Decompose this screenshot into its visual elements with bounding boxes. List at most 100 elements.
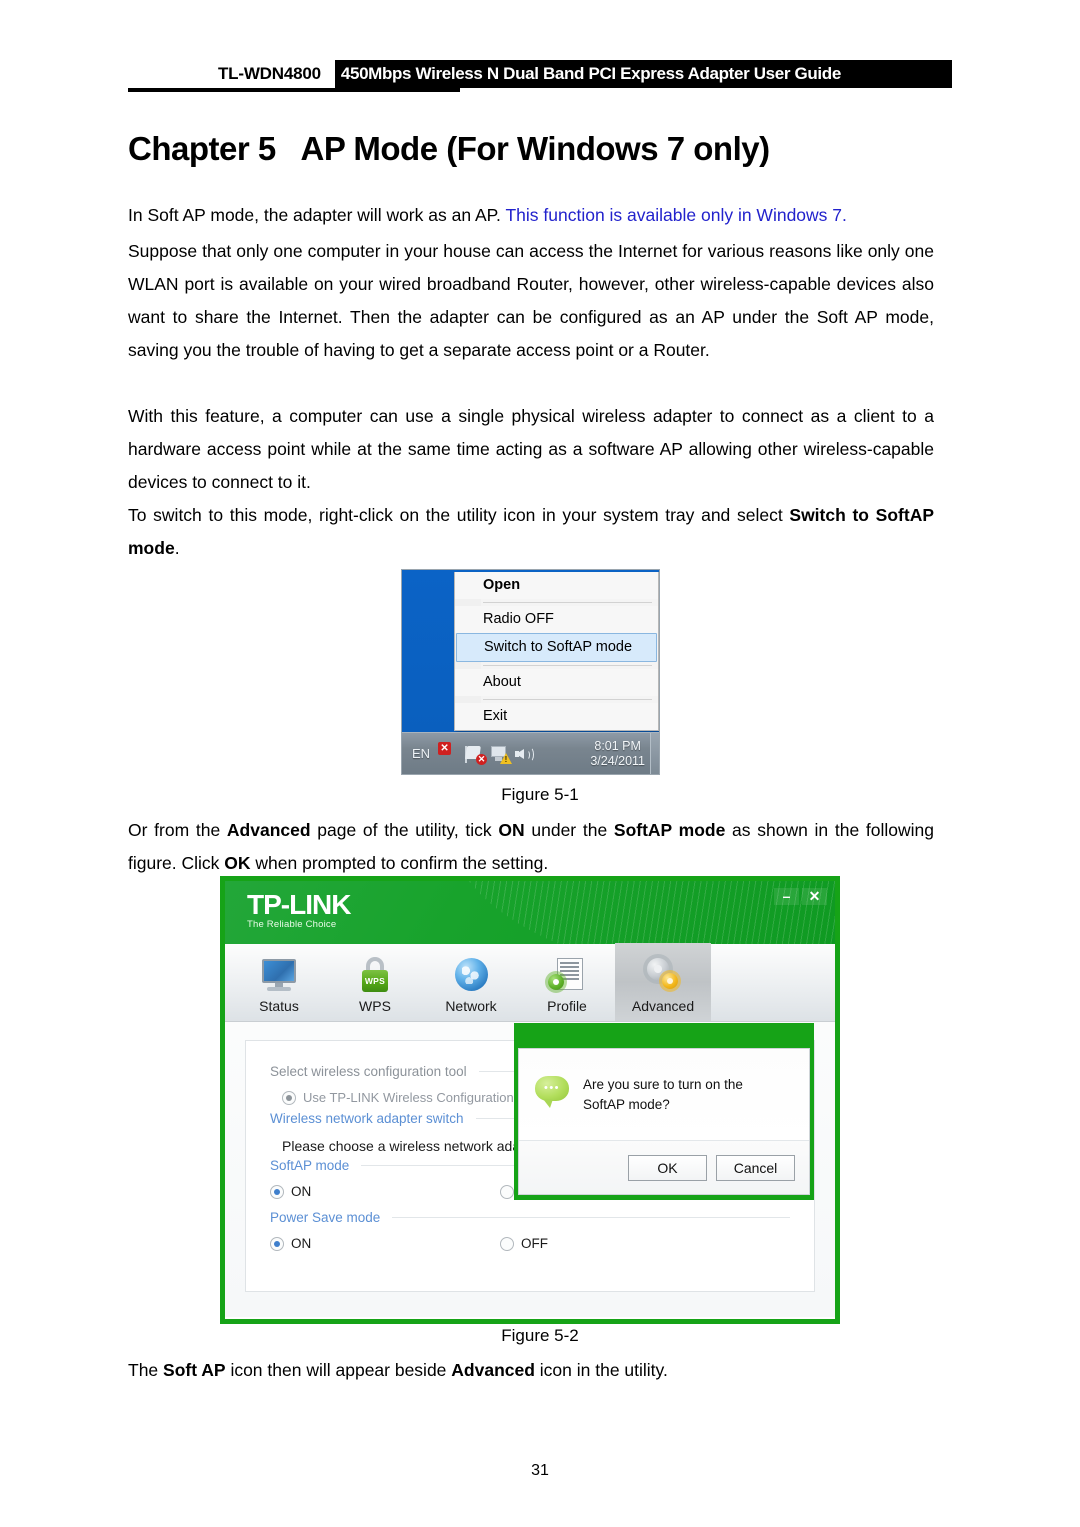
padlock-icon: WPS bbox=[353, 956, 397, 994]
switch-instruction-period: . bbox=[174, 538, 180, 558]
paragraph-intro: In Soft AP mode, the adapter will work a… bbox=[128, 199, 934, 232]
tray-icons: ✕ ✕ bbox=[438, 742, 535, 765]
tab-status-label: Status bbox=[259, 998, 299, 1014]
switch-instruction-lead: To switch to this mode, right-click on t… bbox=[128, 505, 790, 525]
document-page: TL-WDN4800 450Mbps Wireless N Dual Band … bbox=[0, 0, 1080, 1527]
note-softap-label: Soft AP bbox=[163, 1360, 226, 1380]
tab-profile[interactable]: Profile bbox=[519, 943, 615, 1021]
option-use-utility-label: Use TP-LINK Wireless Configuration Utili bbox=[303, 1090, 539, 1105]
confirm-dialog-body: ••• Are you sure to turn on the SoftAP m… bbox=[518, 1048, 810, 1195]
confirm-dialog-message-area: ••• Are you sure to turn on the SoftAP m… bbox=[519, 1049, 809, 1140]
header-product-title: 450Mbps Wireless N Dual Band PCI Express… bbox=[334, 60, 952, 88]
language-indicator[interactable]: EN bbox=[412, 746, 430, 761]
menu-item-radio-off[interactable]: Radio OFF bbox=[455, 606, 658, 633]
paragraph-advanced-instruction: Or from the Advanced page of the utility… bbox=[128, 814, 934, 880]
wps-badge-text: WPS bbox=[362, 970, 388, 992]
chapter-heading: Chapter 5 AP Mode (For Windows 7 only) bbox=[128, 130, 770, 167]
section-config-tool-label: Select wireless configuration tool bbox=[270, 1064, 467, 1079]
paragraph-switch-instruction: To switch to this mode, right-click on t… bbox=[128, 499, 934, 565]
tab-wps[interactable]: WPS WPS bbox=[327, 943, 423, 1021]
utility-tab-bar: Status WPS WPS Network Profile Advanced bbox=[225, 943, 835, 1022]
menu-item-about[interactable]: About bbox=[455, 669, 658, 696]
menu-item-exit[interactable]: Exit bbox=[455, 703, 658, 730]
note-mid: icon then will appear beside bbox=[225, 1360, 452, 1380]
paragraph-intro-highlight: This function is available only in Windo… bbox=[505, 205, 847, 225]
cancel-button[interactable]: Cancel bbox=[716, 1154, 795, 1181]
menu-item-switch-to-softap-mode[interactable]: Switch to SoftAP mode bbox=[456, 633, 657, 662]
power-save-off-option[interactable]: OFF bbox=[500, 1236, 548, 1251]
confirm-dialog: ••• Are you sure to turn on the SoftAP m… bbox=[514, 1023, 814, 1200]
monitor-icon bbox=[257, 956, 301, 994]
flag-error-icon[interactable]: ✕ bbox=[465, 744, 488, 765]
brand-tagline: The Reliable Choice bbox=[247, 919, 337, 930]
radio-power-save-off[interactable] bbox=[500, 1236, 514, 1251]
power-save-radio-group: ON OFF bbox=[270, 1236, 790, 1251]
section-power-save-label: Power Save mode bbox=[270, 1210, 381, 1225]
tab-profile-label: Profile bbox=[547, 998, 587, 1014]
paragraph-softap-icon-note: The Soft AP icon then will appear beside… bbox=[128, 1354, 934, 1387]
red-x-badge: ✕ bbox=[438, 742, 452, 755]
clock-time: 8:01 PM bbox=[594, 738, 641, 753]
adv-mid2: under the bbox=[524, 820, 614, 840]
menu-separator bbox=[483, 602, 652, 603]
tplink-logo: TP-LINK The Reliable Choice bbox=[247, 889, 351, 931]
paragraph-feature: With this feature, a computer can use a … bbox=[128, 406, 934, 492]
header-rule bbox=[128, 88, 460, 92]
confirm-dialog-message: Are you sure to turn on the SoftAP mode? bbox=[583, 1077, 743, 1112]
windows-taskbar: EN ✕ ✕ 8:01 bbox=[402, 732, 659, 774]
page-running-header: TL-WDN4800 450Mbps Wireless N Dual Band … bbox=[128, 60, 952, 94]
page-number: 31 bbox=[531, 1462, 549, 1479]
softap-on-label: ON bbox=[291, 1184, 312, 1199]
tab-network[interactable]: Network bbox=[423, 943, 519, 1021]
tab-advanced-label: Advanced bbox=[631, 998, 695, 1014]
power-save-on-label: ON bbox=[291, 1236, 312, 1251]
section-adapter-switch-label: Wireless network adapter switch bbox=[270, 1111, 464, 1126]
adv-softap-label: SoftAP mode bbox=[613, 820, 726, 840]
adv-ok-label: OK bbox=[224, 853, 251, 873]
radio-softap-on[interactable] bbox=[270, 1184, 284, 1199]
tab-advanced[interactable]: Advanced bbox=[615, 943, 711, 1021]
tab-status[interactable]: Status bbox=[231, 943, 327, 1021]
softap-on-option[interactable]: ON bbox=[270, 1184, 500, 1199]
note-lead: The bbox=[128, 1360, 164, 1380]
monitor-warning-icon[interactable] bbox=[490, 744, 513, 764]
figure-caption-5-2: Figure 5-2 bbox=[501, 1326, 579, 1345]
power-save-on-option[interactable]: ON bbox=[270, 1236, 500, 1251]
tray-context-menu[interactable]: Open Radio OFF Switch to SoftAP mode Abo… bbox=[454, 572, 659, 731]
tab-wps-label: WPS bbox=[359, 998, 391, 1014]
adv-tail: when prompted to confirm the setting. bbox=[250, 853, 549, 873]
header-model-name: TL-WDN4800 bbox=[128, 60, 335, 88]
show-desktop-button[interactable] bbox=[650, 733, 659, 774]
paragraph-intro-plain: In Soft AP mode, the adapter will work a… bbox=[128, 205, 506, 225]
menu-item-open[interactable]: Open bbox=[455, 572, 658, 599]
radio-use-utility[interactable] bbox=[282, 1090, 296, 1105]
warning-triangle-badge bbox=[500, 753, 513, 764]
speaker-icon[interactable] bbox=[515, 744, 535, 763]
taskbar-clock[interactable]: 8:01 PM 3/24/2011 bbox=[590, 739, 645, 769]
brand-name: TP-LINK bbox=[247, 889, 351, 920]
gears-icon bbox=[641, 956, 685, 994]
red-error-badge: ✕ bbox=[476, 754, 488, 765]
close-button[interactable]: ✕ bbox=[802, 888, 827, 905]
minimize-button[interactable]: – bbox=[774, 888, 799, 905]
utility-title-bar: TP-LINK The Reliable Choice – ✕ bbox=[225, 881, 835, 944]
globe-icon bbox=[449, 956, 493, 994]
clock-date: 3/24/2011 bbox=[590, 753, 645, 768]
ok-button[interactable]: OK bbox=[628, 1154, 707, 1181]
figure-tray-context-menu: Open Radio OFF Switch to SoftAP mode Abo… bbox=[401, 569, 660, 775]
radio-softap-off[interactable] bbox=[500, 1184, 514, 1199]
signal-error-icon[interactable]: ✕ bbox=[438, 742, 459, 763]
adv-on-label: ON bbox=[498, 820, 525, 840]
paragraph-scenario: Suppose that only one computer in your h… bbox=[128, 241, 934, 360]
figure-tplink-utility-window: TP-LINK The Reliable Choice – ✕ Status W… bbox=[220, 876, 840, 1324]
radio-power-save-on[interactable] bbox=[270, 1236, 284, 1251]
power-save-off-label: OFF bbox=[521, 1236, 548, 1251]
section-softap-mode-label: SoftAP mode bbox=[270, 1158, 350, 1173]
adv-tab-name: Advanced bbox=[226, 820, 311, 840]
window-controls: – ✕ bbox=[774, 888, 827, 905]
note-tail: icon in the utility. bbox=[534, 1360, 668, 1380]
confirm-dialog-buttons: OK Cancel bbox=[519, 1140, 809, 1194]
adv-mid1: page of the utility, tick bbox=[310, 820, 499, 840]
menu-separator bbox=[483, 699, 652, 700]
section-power-save-mode: Power Save mode bbox=[270, 1210, 790, 1225]
